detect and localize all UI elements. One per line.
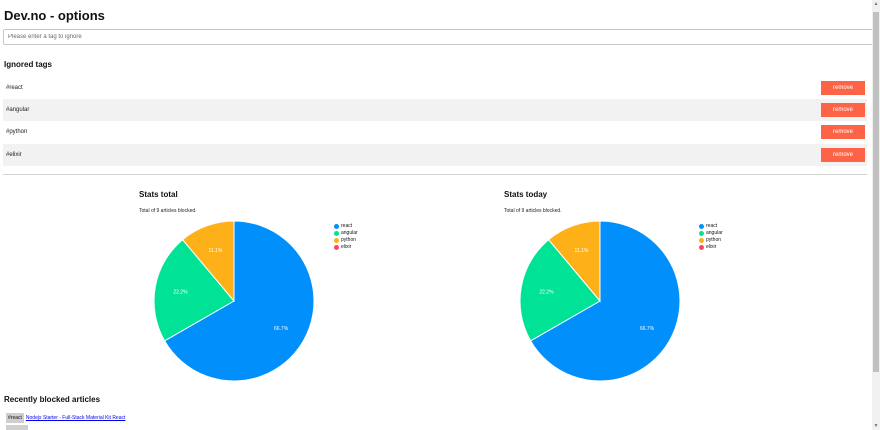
legend-item[interactable]: elixir [699,244,723,251]
legend-marker [334,231,339,236]
pie-data-label: 22.2% [539,289,554,295]
pie-data-label: 66.7% [274,326,289,332]
recent-article-link[interactable]: Nodejs Starter - Full-Stack Material Kit… [26,415,125,421]
stats-total-title: Stats total [139,190,178,199]
legend-marker [699,224,704,229]
legend-label: elixir [341,244,352,250]
recent-article-item: #react Nodejs Starter - Full-Stack Mater… [6,412,125,424]
legend-item[interactable]: python [334,237,358,244]
pie-data-label: 11.1% [575,248,589,254]
legend-marker [699,238,704,243]
legend-marker [334,224,339,229]
stats-today-subtitle: Total of 9 articles blocked. [504,208,562,214]
ignored-tag-row: #python remove [3,121,867,143]
ignored-tag-row: #react remove [3,77,867,99]
legend-label: elixir [706,244,717,250]
legend-item[interactable]: react [699,223,723,230]
remove-button[interactable]: remove [821,148,865,162]
ignored-tag-row: #angular remove [3,99,867,121]
legend-item[interactable]: angular [334,230,358,237]
legend-label: angular [706,230,723,236]
legend-item[interactable]: angular [699,230,723,237]
ignored-tag-label: #angular [6,107,30,113]
legend-item[interactable]: python [699,237,723,244]
legend-label: python [341,237,357,243]
remove-button[interactable]: remove [821,125,865,139]
remove-button[interactable]: remove [821,103,865,117]
ignored-tags-heading: Ignored tags [4,60,53,69]
scroll-down-icon[interactable]: ▼ [872,422,880,430]
legend-marker [699,245,704,250]
ignore-tag-input[interactable] [3,29,875,45]
stats-total-legend: react angular python elixir [334,223,358,251]
legend-marker [699,231,704,236]
legend-marker [334,238,339,243]
vertical-scrollbar[interactable]: ▲ ▼ [872,0,880,430]
section-divider [3,174,867,175]
recent-articles-heading: Recently blocked articles [4,395,101,404]
scrollbar-thumb[interactable] [873,12,879,372]
legend-item[interactable]: react [334,223,358,230]
pie-data-label: 11.1% [209,248,223,254]
ignored-tag-label: #react [6,85,23,91]
pie-data-label: 22.2% [173,289,188,295]
pie-data-label: 66.7% [640,326,655,332]
legend-item[interactable]: elixir [334,244,358,251]
stats-today-legend: react angular python elixir [699,223,723,251]
stats-total-pie-chart: 66.7% 22.2% 11.1% [153,220,315,382]
stats-today-pie-chart: 66.7% 22.2% 11.1% [519,220,681,382]
stats-total-subtitle: Total of 9 articles blocked. [139,208,197,214]
scroll-up-icon[interactable]: ▲ [872,0,880,8]
legend-label: angular [341,230,358,236]
remove-button[interactable]: remove [821,81,865,95]
recent-article-tag [6,425,28,430]
legend-label: python [706,237,722,243]
recent-article-tag: #react [6,413,24,423]
ignored-tag-label: #elixir [6,152,22,158]
page-title: Dev.no - options [4,8,105,23]
legend-label: react [341,223,353,229]
legend-label: react [706,223,718,229]
legend-marker [334,245,339,250]
ignored-tag-label: #python [6,129,28,135]
ignored-tag-row: #elixir remove [3,144,867,166]
stats-today-title: Stats today [504,190,548,199]
